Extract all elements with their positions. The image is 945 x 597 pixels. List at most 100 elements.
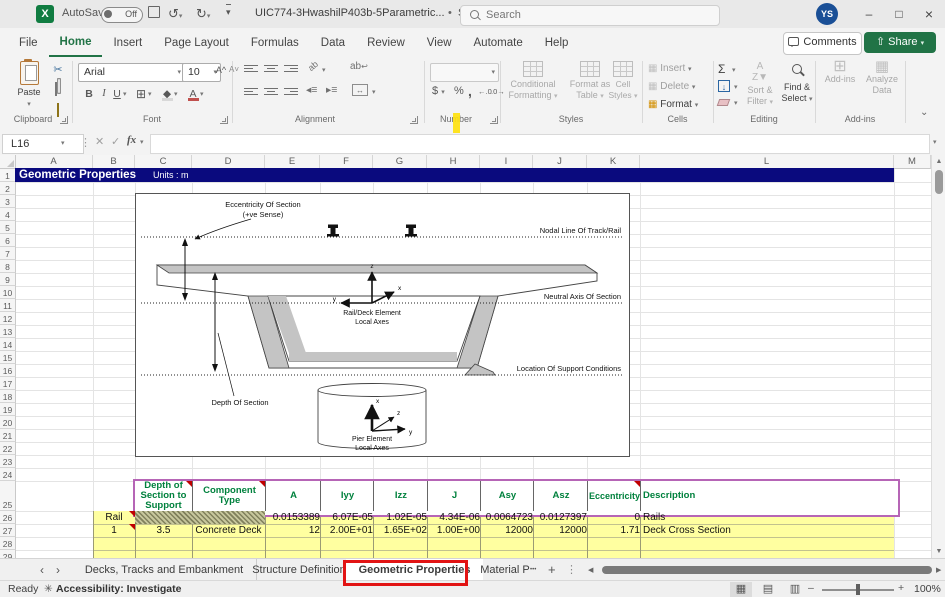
- redo-icon[interactable]: ↻▾: [196, 6, 210, 22]
- row-header-26[interactable]: 26: [0, 511, 16, 524]
- ribbon-tab-data[interactable]: Data: [310, 30, 356, 56]
- header-description[interactable]: Description: [640, 481, 896, 511]
- format-cells-button[interactable]: ▦ Format ▾: [648, 97, 708, 113]
- row-header-3[interactable]: 3: [0, 195, 16, 208]
- column-header-J[interactable]: J: [533, 155, 587, 169]
- alignment-dialog-launcher-icon[interactable]: [410, 116, 418, 124]
- row-header-24[interactable]: 24: [0, 468, 16, 481]
- merge-center-icon[interactable]: ↔: [352, 84, 368, 96]
- prev-sheet-icon[interactable]: ‹: [40, 559, 44, 581]
- format-painter-icon[interactable]: [50, 97, 66, 112]
- cross-section-diagram[interactable]: z y x x y z Eccentricity Of Section (+ve…: [135, 193, 630, 457]
- maximize-button[interactable]: □: [884, 0, 914, 28]
- avatar[interactable]: YS: [816, 3, 838, 25]
- row-header-8[interactable]: 8: [0, 260, 16, 273]
- header-depth[interactable]: Depth of Section to Support: [135, 481, 192, 511]
- row-header-14[interactable]: 14: [0, 338, 16, 351]
- align-right-icon[interactable]: [284, 86, 298, 97]
- cell-styles-button[interactable]: Cell Styles ▾: [604, 60, 642, 113]
- header-component-type[interactable]: Component Type: [192, 481, 266, 511]
- page-break-view-icon[interactable]: ▥: [784, 582, 806, 597]
- row-header-4[interactable]: 4: [0, 208, 16, 221]
- row-header-17[interactable]: 17: [0, 377, 16, 390]
- cell-J26[interactable]: 0.0127397: [533, 511, 590, 524]
- cell-G26[interactable]: 1.02E-05: [373, 511, 430, 524]
- comma-format-icon[interactable]: ,: [468, 83, 472, 99]
- row-header-16[interactable]: 16: [0, 364, 16, 377]
- number-format-combo[interactable]: ▾: [430, 63, 499, 82]
- ribbon-tab-view[interactable]: View: [416, 30, 463, 56]
- increase-decimal-icon[interactable]: ←.0: [478, 87, 492, 96]
- hatched-cell[interactable]: [135, 511, 265, 524]
- orientation-dropdown-icon[interactable]: ▾: [322, 66, 326, 74]
- decrease-decimal-icon[interactable]: .0→: [491, 87, 505, 96]
- excel-logo-icon[interactable]: X: [36, 5, 54, 23]
- cell-D27[interactable]: Concrete Deck: [192, 524, 265, 537]
- accessibility-status[interactable]: Accessibility: Investigate: [56, 583, 181, 595]
- column-header-I[interactable]: I: [480, 155, 533, 169]
- row-header-6[interactable]: 6: [0, 234, 16, 247]
- analyze-data-button[interactable]: ▦ Analyze Data: [862, 60, 902, 113]
- sort-filter-button[interactable]: AZ▼ Sort & Filter ▾: [742, 60, 778, 113]
- add-ins-button[interactable]: ⊞ Add-ins: [822, 60, 858, 113]
- cell-E27[interactable]: 12: [265, 524, 323, 537]
- align-center-icon[interactable]: [264, 86, 278, 97]
- ribbon-tab-automate[interactable]: Automate: [463, 30, 534, 56]
- copy-icon[interactable]: [50, 79, 66, 94]
- select-all-corner[interactable]: [0, 155, 16, 169]
- customize-qat-icon[interactable]: ▾: [226, 4, 231, 19]
- ribbon-tab-help[interactable]: Help: [534, 30, 580, 56]
- banner-row[interactable]: Geometric Properties Units : m: [15, 168, 894, 182]
- underline-dropdown-icon[interactable]: ▾: [123, 90, 127, 98]
- ribbon-tab-review[interactable]: Review: [356, 30, 416, 56]
- font-color-dropdown-icon[interactable]: ▾: [200, 90, 204, 98]
- row-header-9[interactable]: 9: [0, 273, 16, 286]
- row-header-20[interactable]: 20: [0, 416, 16, 429]
- ribbon-tab-insert[interactable]: Insert: [102, 30, 153, 56]
- align-left-icon[interactable]: [244, 86, 258, 97]
- merge-center-dropdown-icon[interactable]: ▾: [372, 88, 376, 96]
- cancel-entry-icon[interactable]: ✕: [95, 135, 104, 148]
- percent-format-icon[interactable]: %: [454, 85, 464, 97]
- column-header-B[interactable]: B: [93, 155, 135, 169]
- header-iyy[interactable]: Iyy: [320, 481, 374, 511]
- column-header-E[interactable]: E: [265, 155, 320, 169]
- decrease-indent-icon[interactable]: ◂≡: [306, 84, 317, 96]
- row-header-5[interactable]: 5: [0, 221, 16, 234]
- row-header-21[interactable]: 21: [0, 429, 16, 442]
- hscroll-left-icon[interactable]: ◀: [588, 566, 593, 574]
- ribbon-tab-formulas[interactable]: Formulas: [240, 30, 310, 56]
- zoom-level[interactable]: 100%: [914, 583, 941, 595]
- search-box[interactable]: Search: [460, 5, 720, 26]
- cell-E26[interactable]: 0.0153389: [265, 511, 323, 524]
- conditional-formatting-button[interactable]: Conditional Formatting ▾: [504, 60, 562, 113]
- cell-K26[interactable]: 0: [587, 511, 643, 524]
- currency-format-icon[interactable]: $ ▾: [432, 85, 445, 97]
- row-header-12[interactable]: 12: [0, 312, 16, 325]
- row-header-22[interactable]: 22: [0, 442, 16, 455]
- autosave-toggle[interactable]: Off: [101, 7, 143, 23]
- row-header-25[interactable]: 25: [0, 481, 16, 511]
- cell-H26[interactable]: 4.34E-06: [427, 511, 483, 524]
- cell-K27[interactable]: 1.71: [587, 524, 643, 537]
- row-header-15[interactable]: 15: [0, 351, 16, 364]
- column-header-K[interactable]: K: [587, 155, 640, 169]
- autosum-icon[interactable]: Σ: [718, 62, 725, 76]
- vertical-scrollbar[interactable]: ▲ ▼: [931, 155, 945, 558]
- clipboard-dialog-launcher-icon[interactable]: [60, 116, 68, 124]
- delete-cells-button[interactable]: ▦ Delete ▾: [648, 79, 708, 95]
- header-izz[interactable]: Izz: [373, 481, 428, 511]
- horizontal-scroll-thumb[interactable]: [602, 566, 932, 574]
- name-box[interactable]: L16▾: [2, 134, 84, 154]
- row-header-7[interactable]: 7: [0, 247, 16, 260]
- grow-font-button[interactable]: A^: [214, 62, 228, 78]
- row-header-23[interactable]: 23: [0, 455, 16, 468]
- cell-C27[interactable]: 3.5: [135, 524, 192, 537]
- fill-down-icon[interactable]: ↓: [718, 80, 730, 92]
- page-layout-view-icon[interactable]: ▤: [757, 582, 779, 597]
- underline-button[interactable]: U: [110, 86, 124, 102]
- header-asz[interactable]: Asz: [533, 481, 588, 511]
- autosum-dropdown-icon[interactable]: ▾: [732, 66, 736, 74]
- ribbon-tab-page-layout[interactable]: Page Layout: [153, 30, 240, 56]
- align-top-icon[interactable]: [244, 63, 258, 74]
